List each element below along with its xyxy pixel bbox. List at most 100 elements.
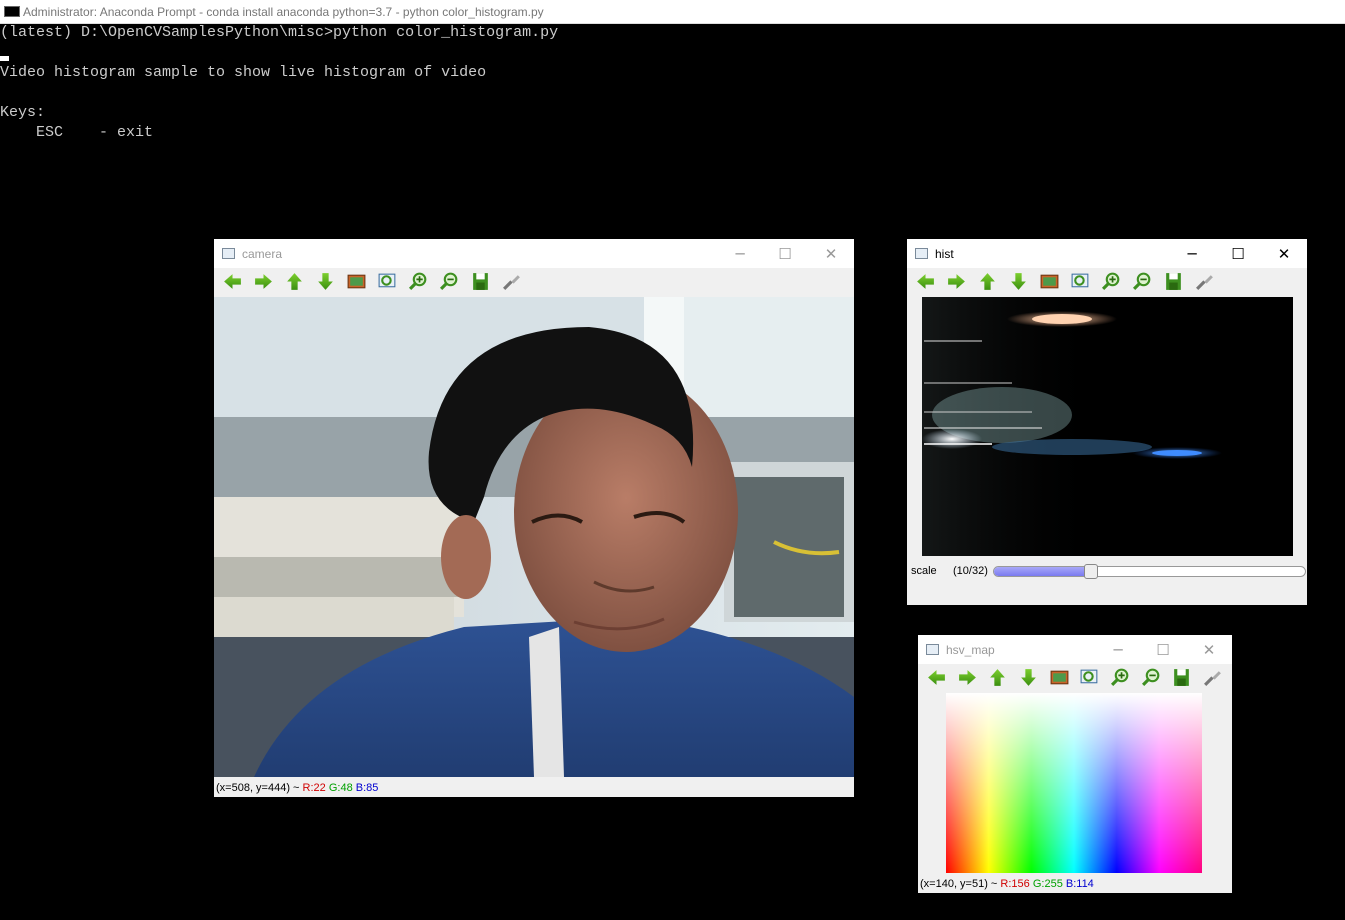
- scale-trackbar[interactable]: scale (10/32): [907, 562, 1307, 580]
- zoom-region-icon: [1071, 273, 1089, 288]
- hsv-map-image[interactable]: [946, 693, 1202, 873]
- pan-up-icon: [980, 273, 995, 290]
- zoom-fit-button[interactable]: [345, 270, 368, 293]
- minimize-button[interactable]: ─: [1095, 635, 1141, 664]
- status-red: R:156: [1000, 878, 1030, 890]
- save-icon: [1166, 273, 1181, 290]
- hist-toolbar: [907, 268, 1307, 295]
- window-icon: [222, 248, 235, 259]
- camera-toolbar: [214, 268, 854, 295]
- trackbar-thumb[interactable]: [1083, 564, 1098, 579]
- hsv-map-toolbar: [918, 664, 1232, 691]
- histogram-image[interactable]: [922, 297, 1293, 556]
- pan-down-button[interactable]: [314, 270, 337, 293]
- save-button[interactable]: [1162, 270, 1185, 293]
- hsv-map-window-title: hsv_map: [946, 642, 995, 657]
- pan-up-button[interactable]: [283, 270, 306, 293]
- zoom-region-button[interactable]: [1079, 666, 1102, 689]
- pan-right-button[interactable]: [956, 666, 979, 689]
- minimize-button[interactable]: ─: [1169, 239, 1215, 268]
- zoom-in-button[interactable]: [1109, 666, 1132, 689]
- properties-button[interactable]: [1201, 666, 1224, 689]
- status-coords: (x=140, y=51) ~: [920, 878, 1001, 890]
- zoom-fit-icon: [347, 274, 366, 289]
- pan-down-button[interactable]: [1017, 666, 1040, 689]
- zoom-in-button[interactable]: [407, 270, 430, 293]
- pan-down-icon: [1021, 669, 1036, 686]
- pan-left-button[interactable]: [925, 666, 948, 689]
- hsv-map-titlebar[interactable]: hsv_map ─ ☐ ✕: [918, 635, 1232, 664]
- save-icon: [473, 273, 488, 290]
- pan-up-button[interactable]: [976, 270, 999, 293]
- console-title: Administrator: Anaconda Prompt - conda i…: [23, 4, 544, 19]
- camera-titlebar[interactable]: camera ─ ☐ ✕: [214, 239, 854, 268]
- pan-left-icon: [917, 274, 934, 289]
- pan-down-button[interactable]: [1007, 270, 1030, 293]
- pan-up-icon: [990, 669, 1006, 686]
- trackbar-track[interactable]: [993, 566, 1306, 577]
- pan-left-button[interactable]: [221, 270, 244, 293]
- zoom-region-icon: [378, 273, 396, 288]
- properties-button[interactable]: [500, 270, 523, 293]
- console-cursor-line: [0, 43, 1345, 63]
- zoom-fit-icon: [1050, 670, 1069, 685]
- camera-window-title: camera: [242, 246, 283, 261]
- pan-left-icon: [224, 274, 241, 289]
- status-green: G:255: [1032, 878, 1063, 890]
- zoom-out-button[interactable]: [438, 270, 461, 293]
- console-line: (latest) D:\OpenCVSamplesPython\misc>pyt…: [0, 24, 559, 41]
- maximize-button[interactable]: ☐: [1140, 635, 1186, 664]
- zoom-out-button[interactable]: [1140, 666, 1163, 689]
- hsv-map-window[interactable]: hsv_map ─ ☐ ✕ (x=140, y=51) ~ R:156 G:25…: [918, 635, 1232, 893]
- text-cursor: [0, 56, 9, 61]
- histogram-plot: [922, 297, 1293, 556]
- console-line: Keys:: [0, 104, 46, 121]
- maximize-button[interactable]: ☐: [762, 239, 808, 268]
- camera-window[interactable]: camera ─ ☐ ✕ (x=508, y=444) ~ R:22 G:48 …: [214, 239, 854, 797]
- minimize-button[interactable]: ─: [717, 239, 763, 268]
- status-blue: B:114: [1065, 878, 1094, 890]
- zoom-region-button[interactable]: [376, 270, 399, 293]
- console-output: (latest) D:\OpenCVSamplesPython\misc>pyt…: [0, 23, 1345, 143]
- pan-down-icon: [318, 273, 333, 290]
- pan-right-button[interactable]: [945, 270, 968, 293]
- properties-icon: [1204, 671, 1222, 686]
- pan-up-button[interactable]: [986, 666, 1009, 689]
- pan-down-icon: [1011, 273, 1026, 290]
- zoom-fit-button[interactable]: [1038, 270, 1061, 293]
- zoom-out-icon: [1141, 668, 1160, 686]
- pan-up-icon: [287, 273, 302, 290]
- zoom-in-icon: [1101, 272, 1120, 290]
- status-blue: B:85: [355, 782, 379, 794]
- zoom-in-button[interactable]: [1100, 270, 1123, 293]
- properties-icon: [1196, 275, 1213, 290]
- zoom-out-icon: [439, 272, 458, 290]
- zoom-out-button[interactable]: [1131, 270, 1154, 293]
- save-button[interactable]: [1171, 666, 1194, 689]
- camera-image[interactable]: [214, 297, 854, 777]
- camera-status-bar: (x=508, y=444) ~ R:22 G:48 B:85: [214, 779, 378, 797]
- zoom-fit-icon: [1040, 274, 1059, 289]
- maximize-button[interactable]: ☐: [1215, 239, 1261, 268]
- status-red: R:22: [302, 782, 326, 794]
- zoom-fit-button[interactable]: [1048, 666, 1071, 689]
- hist-window[interactable]: hist ─ ☐ ✕ scale (10/32): [907, 239, 1307, 605]
- close-button[interactable]: ✕: [1261, 239, 1307, 268]
- save-button[interactable]: [469, 270, 492, 293]
- trackbar-fill: [994, 567, 1092, 576]
- pan-right-button[interactable]: [252, 270, 275, 293]
- close-button[interactable]: ✕: [1186, 635, 1232, 664]
- console-line: ESC - exit: [0, 124, 154, 141]
- window-icon: [915, 248, 928, 259]
- zoom-region-button[interactable]: [1069, 270, 1092, 293]
- hist-window-title: hist: [935, 246, 954, 261]
- properties-button[interactable]: [1193, 270, 1216, 293]
- console-titlebar[interactable]: Administrator: Anaconda Prompt - conda i…: [0, 0, 1345, 24]
- hsv-map-status-bar: (x=140, y=51) ~ R:156 G:255 B:114: [918, 875, 1094, 893]
- zoom-in-icon: [1111, 668, 1129, 686]
- close-button[interactable]: ✕: [808, 239, 854, 268]
- camera-frame: [214, 297, 854, 777]
- hist-titlebar[interactable]: hist ─ ☐ ✕: [907, 239, 1307, 268]
- pan-left-button[interactable]: [914, 270, 937, 293]
